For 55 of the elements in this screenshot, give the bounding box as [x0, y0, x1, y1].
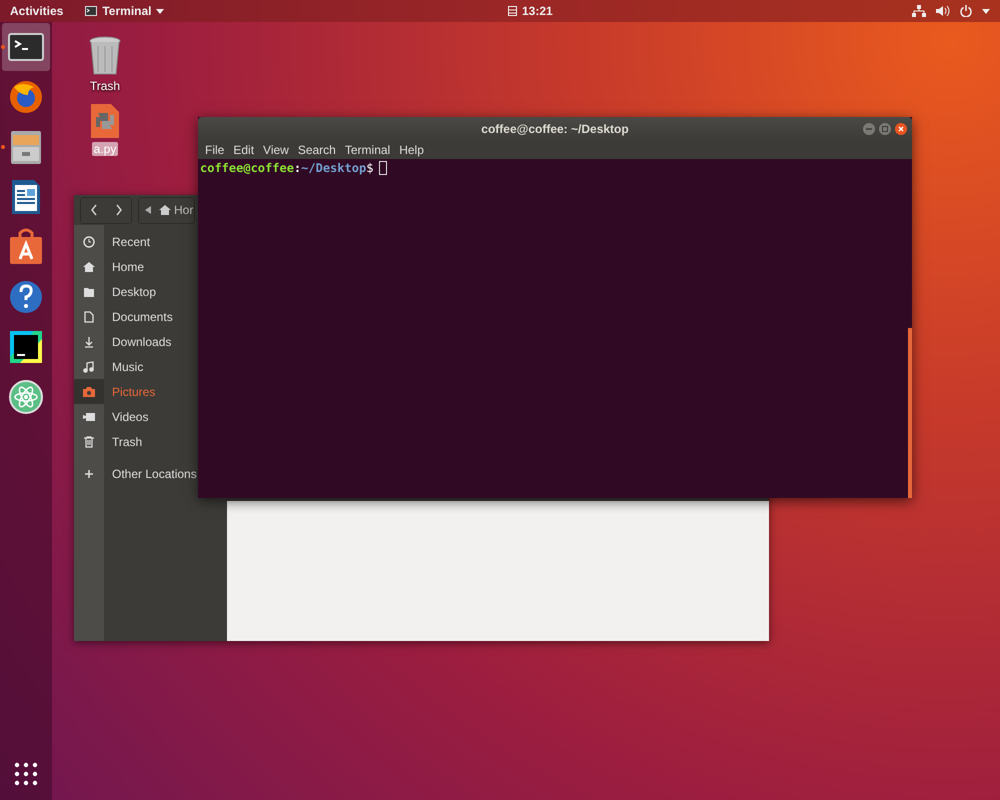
prompt-path: ~/Desktop: [301, 161, 366, 175]
menu-item[interactable]: View: [260, 143, 292, 157]
minimize-icon[interactable]: [863, 123, 875, 135]
dock-item[interactable]: [2, 23, 50, 71]
maximize-icon[interactable]: [879, 123, 891, 135]
document-icon: [83, 310, 95, 322]
plus-icon: [83, 468, 95, 480]
menu-item[interactable]: Edit: [230, 143, 258, 157]
prompt-separator: :: [294, 161, 302, 175]
download-icon: [83, 336, 95, 348]
window-title: coffee@coffee: ~/Desktop: [481, 122, 629, 136]
folder-icon: [83, 286, 95, 298]
sidebar-item[interactable]: Trash: [74, 429, 197, 454]
sidebar-item[interactable]: Videos: [74, 404, 197, 429]
chevron-left-icon: [90, 204, 98, 216]
trash-icon[interactable]: [88, 36, 122, 76]
menu-item[interactable]: Help: [396, 143, 427, 157]
atom-icon: [6, 377, 46, 417]
video-camera-icon: [83, 410, 95, 422]
power-icon[interactable]: [960, 5, 972, 17]
sidebar-item[interactable]: Other Locations: [74, 461, 197, 486]
clock[interactable]: 13:21: [508, 4, 553, 18]
terminal-icon: [85, 6, 98, 16]
sidebar-item[interactable]: Home: [74, 254, 197, 279]
music-icon: [83, 360, 95, 372]
network-icon[interactable]: [912, 5, 926, 17]
clock-icon: [83, 236, 95, 248]
app-grid-icon[interactable]: [14, 762, 38, 786]
scrollbar[interactable]: [908, 328, 912, 498]
menu-item[interactable]: Terminal: [342, 143, 394, 157]
app-menu[interactable]: Terminal: [85, 4, 164, 18]
close-icon[interactable]: [895, 123, 907, 135]
sidebar-item[interactable]: Downloads: [74, 329, 197, 354]
prompt-user: coffee@coffee: [200, 161, 294, 175]
sidebar-item[interactable]: Desktop: [74, 279, 197, 304]
file-label[interactable]: Trash: [88, 79, 122, 93]
calendar-icon: [508, 6, 517, 16]
trash-icon: [83, 436, 95, 448]
sidebar-item[interactable]: Documents: [74, 304, 197, 329]
camera-icon: [83, 386, 95, 398]
sidebar-item[interactable]: Recent: [74, 229, 197, 254]
home-icon: [159, 204, 171, 216]
menu-item[interactable]: File: [202, 143, 228, 157]
prompt-symbol: $: [366, 161, 374, 175]
activities-button[interactable]: Activities: [10, 4, 64, 18]
home-icon: [83, 260, 95, 272]
chevron-right-icon: [114, 204, 122, 216]
text-cursor: [379, 161, 388, 175]
python-file-icon[interactable]: [90, 103, 120, 139]
volume-icon[interactable]: [936, 5, 950, 17]
menu-item[interactable]: Search: [294, 143, 339, 157]
caret-icon[interactable]: [982, 8, 990, 14]
caret-icon: [156, 8, 164, 14]
sidebar-item[interactable]: Music: [74, 354, 197, 379]
triangle-left-icon: [145, 206, 151, 214]
